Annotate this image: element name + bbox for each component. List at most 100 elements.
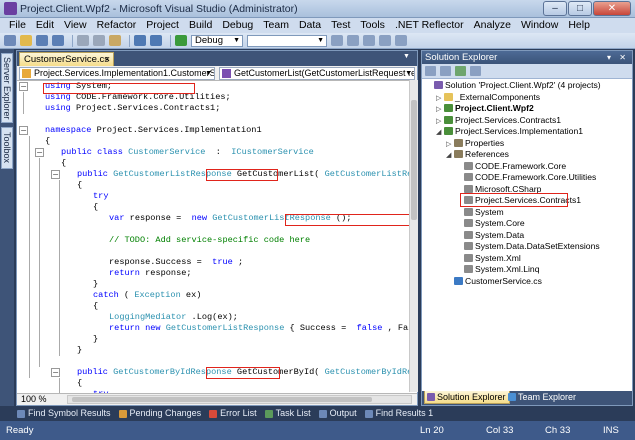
code-line[interactable]: // TODO: Add service-specific code here [109,235,310,246]
type-dropdown[interactable]: Project.Services.Implementation1.Custome… [19,67,215,80]
menu-item-help[interactable]: Help [563,18,595,33]
tree-node[interactable]: ▷ Properties [446,138,504,149]
collapse-toggle-icon[interactable]: − [19,126,28,135]
view-class-diagram-icon[interactable] [470,66,481,76]
copy-icon[interactable] [93,35,105,46]
tree-node[interactable]: ◢ References [446,149,509,160]
menu-item-team[interactable]: Team [258,18,294,33]
undo-icon[interactable] [134,35,146,46]
expand-arrow-icon[interactable]: ◢ [436,127,444,138]
tab-solution-explorer[interactable]: Solution Explorer [424,391,510,404]
expand-arrow-icon[interactable]: ▷ [436,116,444,127]
new-project-icon[interactable] [4,35,16,46]
code-line[interactable]: return response; [109,268,192,279]
tree-node[interactable]: System.Data [456,230,524,241]
tree-node[interactable]: CODE.Framework.Core.Utilities [456,172,596,183]
collapse-toggle-icon[interactable]: − [19,82,28,91]
horizontal-scrollbar[interactable] [67,395,412,404]
menu-item-project[interactable]: Project [141,18,184,33]
configuration-dropdown[interactable]: Debug ▼ [191,34,243,47]
code-line[interactable]: using Project.Services.Contracts1; [45,103,220,114]
code-line[interactable]: { [93,301,98,312]
menu-item-data[interactable]: Data [294,18,326,33]
code-line[interactable]: } [93,334,98,345]
minimize-button[interactable]: – [543,1,567,16]
code-line[interactable]: { [45,136,50,147]
vertical-scrollbar[interactable] [409,80,418,392]
save-icon[interactable] [36,35,48,46]
tab-task-list[interactable]: Task List [264,407,315,420]
zoom-level[interactable]: 100 % [21,394,47,404]
cut-icon[interactable] [77,35,89,46]
tree-node[interactable]: System.Xml [456,253,521,264]
solution-explorer-icon[interactable] [347,35,359,46]
show-all-files-icon[interactable] [440,66,451,76]
close-button[interactable]: ✕ [593,1,631,16]
collapse-toggle-icon[interactable]: − [51,170,60,179]
tab-find-results-1[interactable]: Find Results 1 [364,407,438,420]
scrollbar-thumb[interactable] [72,397,372,402]
tree-node[interactable]: ▷ Project.Services.Contracts1 [436,115,561,126]
menu-item-debug[interactable]: Debug [217,18,258,33]
tree-node[interactable]: CODE.Framework.Core [456,161,566,172]
paste-icon[interactable] [109,35,121,46]
expand-arrow-icon[interactable]: ▷ [436,93,444,104]
properties-icon[interactable] [363,35,375,46]
properties-icon[interactable] [425,66,436,76]
tree-node[interactable]: Solution 'Project.Client.Wpf2' (4 projec… [426,80,601,91]
code-line[interactable]: public class CustomerService : ICustomer… [61,147,314,158]
start-debugging-icon[interactable] [175,35,187,46]
refresh-icon[interactable] [455,66,466,76]
menu-item-tools[interactable]: Tools [355,18,390,33]
menu-item-test[interactable]: Test [326,18,355,33]
tree-node[interactable]: System.Core [456,218,525,229]
code-text-area[interactable]: using System; using CODE.Framework.Core.U… [17,81,417,393]
tree-node[interactable]: CustomerService.cs [446,276,542,287]
menu-item-view[interactable]: View [59,18,92,33]
tree-node[interactable]: System.Xml.Linq [456,264,539,275]
code-line[interactable]: LoggingMediator .Log(ex); [109,312,238,323]
tree-node[interactable]: System.Data.DataSetExtensions [456,241,600,252]
save-all-icon[interactable] [52,35,64,46]
code-line[interactable]: { [93,202,98,213]
expand-arrow-icon[interactable]: ◢ [446,150,454,161]
platform-dropdown[interactable]: ▼ [247,34,327,47]
collapse-toggle-icon[interactable]: − [51,368,60,377]
toolbox-tab[interactable]: Toolbox [1,127,13,169]
document-tab-customerservice[interactable]: CustomerService.cs × [19,52,114,66]
code-line[interactable]: { [77,378,82,389]
code-line[interactable]: } [93,279,98,290]
tab-pending-changes[interactable]: Pending Changes [118,407,206,420]
maximize-button[interactable]: □ [568,1,592,16]
member-dropdown[interactable]: GetCustomerList(GetCustomerListRequest r… [219,67,415,80]
code-line[interactable]: { [61,158,66,169]
tree-node[interactable]: ▷ _ExternalComponents [436,92,540,103]
code-line[interactable]: return new GetCustomerListResponse { Suc… [109,323,417,334]
tab-output[interactable]: Output [318,407,361,420]
menu-item-edit[interactable]: Edit [31,18,59,33]
menu-item-refactor[interactable]: Refactor [92,18,142,33]
find-icon[interactable] [331,35,343,46]
chevron-down-icon[interactable]: ▼ [403,53,413,63]
tree-node[interactable]: ◢ Project.Services.Implementation1 [436,126,583,137]
menu-item-file[interactable]: File [4,18,31,33]
toolbox-icon[interactable] [379,35,391,46]
code-line[interactable]: response.Success = true ; [109,257,243,268]
open-file-icon[interactable] [20,35,32,46]
tree-node[interactable]: ▷ Project.Client.Wpf2 [436,103,534,114]
code-line[interactable]: namespace Project.Services.Implementatio… [45,125,262,136]
code-line[interactable]: } [77,345,82,356]
code-line[interactable]: catch ( Exception ex) [93,290,201,301]
tab-team-explorer[interactable]: Team Explorer [506,391,579,404]
tab-find-symbol-results[interactable]: Find Symbol Results [16,407,115,420]
object-browser-icon[interactable] [395,35,407,46]
collapse-toggle-icon[interactable]: − [35,148,44,157]
menu-item-analyze[interactable]: Analyze [469,18,516,33]
expand-arrow-icon[interactable]: ▷ [436,104,444,115]
redo-icon[interactable] [150,35,162,46]
menu-item-build[interactable]: Build [184,18,217,33]
server-explorer-tab[interactable]: Server Explorer [1,53,13,123]
close-icon[interactable]: × [105,53,110,66]
panel-controls[interactable]: ▾ ✕ [607,51,629,64]
tree-node[interactable]: System [456,207,504,218]
